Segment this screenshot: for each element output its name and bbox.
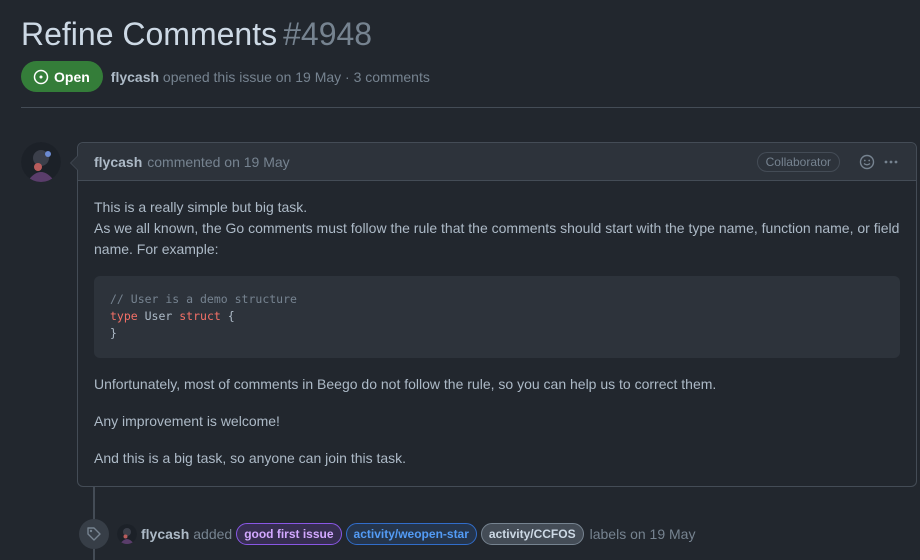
event-tail: labels on 19 May [589,526,696,542]
body-paragraph-2: Unfortunately, most of comments in Beego… [94,376,717,392]
issue-number: #4948 [283,16,373,52]
state-label: Open [54,68,90,85]
comment-timestamp[interactable]: commented on 19 May [147,154,289,170]
issue-title: Refine Comments [21,16,278,52]
smiley-icon[interactable] [858,153,876,171]
issue-author-link[interactable]: flycash [111,69,159,85]
event-verb: added [193,526,233,542]
label-activity-ccfos[interactable]: activity/CCFOS [480,523,584,545]
body-paragraph-4: And this is a big task, so anyone can jo… [94,450,407,466]
issue-header: Refine Comments #4948 Open flycash opened… [21,14,920,92]
avatar-image [21,142,61,182]
code-comment-line: // User is a demo structure [110,292,297,306]
issue-meta-desc: opened this issue on 19 May · 3 comments [162,68,430,85]
issue-title-row: Refine Comments #4948 [21,14,920,54]
role-badge: Collaborator [756,151,840,172]
comment-body: This is a really simple but big task. As… [78,181,916,485]
code-line-2: type User struct { [110,308,884,325]
avatar[interactable] [21,142,61,182]
code-keyword-struct: struct [179,309,221,323]
issue-meta: Open flycash opened this issue on 19 May… [21,61,430,92]
timeline-event: flycash added good first issue activity/… [79,519,695,549]
comment-box: flycash commented on 19 May Collaborator [70,142,917,487]
body-paragraph-3: Any improvement is welcome! [94,413,280,429]
issue-meta-text: flycash opened this issue on 19 May · 3 … [111,69,430,85]
comment-actions: Collaborator [756,151,900,172]
issue-opened-icon [33,69,49,84]
comment-author[interactable]: flycash [94,154,142,170]
body-line-1: This is a really simple but big task. [94,199,308,215]
code-block: // User is a demo structure type User st… [94,276,900,358]
tag-icon [79,519,109,549]
code-brace-close: } [110,326,117,340]
body-line-2: As we all known, the Go comments must fo… [94,220,900,257]
event-avatar[interactable] [117,524,137,544]
event-author[interactable]: flycash [141,526,189,542]
state-badge: Open [21,61,103,92]
header-divider [21,107,920,108]
comment-header: flycash commented on 19 May Collaborator [78,143,916,181]
kebab-horizontal-icon[interactable] [882,153,900,171]
code-brace-open: { [220,309,235,323]
label-good-first-issue[interactable]: good first issue [236,523,342,545]
label-activity-weopen-star[interactable]: activity/weopen-star [345,523,477,545]
code-keyword-type: type [110,309,138,323]
code-ident: User [137,309,180,323]
